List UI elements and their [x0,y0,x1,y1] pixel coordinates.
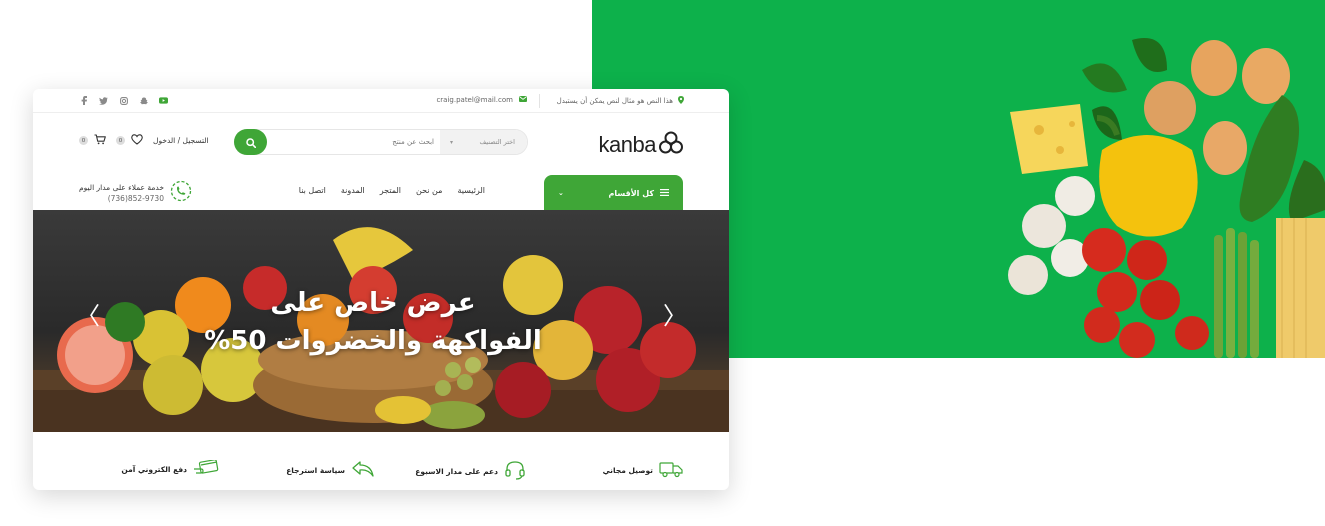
cart-icon[interactable] [94,134,106,147]
top-divider [539,94,540,108]
feature-label: دفع الكتروني آمن [121,464,187,474]
support-phone[interactable]: (736)852-9730 [79,193,164,204]
site-logo[interactable]: kanba [599,130,684,160]
all-categories-button[interactable]: كل الأقسام ⌄ [544,175,683,211]
customer-support: خدمة عملاء على مدار اليوم (736)852-9730 [79,180,192,206]
heart-icon[interactable] [131,134,143,147]
search-category-select[interactable]: اختر التصنيف ▾ [440,130,527,154]
slider-prev-arrow-icon[interactable]: 〈 [76,304,100,328]
headset-icon [504,460,526,482]
main-nav: الرئيسية من نحن المتجر المدونة اتصل بنا [277,186,485,195]
card-payment-icon [193,459,219,478]
email-text[interactable]: craig.patel@mail.com [436,96,513,104]
search-icon [245,133,256,152]
nav-item-contact[interactable]: اتصل بنا [299,186,326,195]
feature-free-delivery: توصيل مجاني [603,460,683,480]
all-categories-label: كل الأقسام [608,188,654,198]
hero-banner: عرض خاص على الفواكهة والخضروات 50% 〈 〉 [33,210,729,432]
truck-icon [659,460,683,480]
instagram-icon[interactable] [119,96,128,105]
envelope-icon [519,96,527,104]
snapchat-icon[interactable] [139,96,148,105]
top-bar: craig.patel@mail.com هذا النص هو مثال لن… [33,89,729,113]
location-pin-icon [678,96,684,106]
hero-title: عرض خاص على الفواكهة والخضروات 50% [183,284,563,360]
feature-secure-payment: دفع الكتروني آمن [121,459,219,478]
hero-title-line2: الفواكهة والخضروات 50% [204,326,542,356]
youtube-icon[interactable] [159,96,168,105]
promo-text: هذا النص هو مثال لنص يمكن أن يستبدل [556,97,673,105]
support-text: خدمة عملاء على مدار اليوم (736)852-9730 [79,182,164,204]
contact-email[interactable]: craig.patel@mail.com [436,96,527,104]
hero-title-line1: عرض خاص على [270,288,476,318]
nav-item-shop[interactable]: المتجر [380,186,401,195]
facebook-icon[interactable] [79,96,88,105]
logo-mark-icon [658,130,684,160]
logo-text: kanba [598,132,657,157]
wishlist-count-badge: 0 [116,136,125,145]
page-stage: craig.patel@mail.com هذا النص هو مثال لن… [0,0,1325,526]
nav-item-about[interactable]: من نحن [416,186,442,195]
nav-item-blog[interactable]: المدونة [341,186,365,195]
menu-icon [660,188,669,198]
search-input[interactable] [275,130,440,154]
search-bar: اختر التصنيف ▾ [234,129,528,155]
top-promo: هذا النص هو مثال لنص يمكن أن يستبدل [557,96,684,106]
chevron-down-icon: ⌄ [558,189,564,197]
slider-next-arrow-icon[interactable]: 〉 [663,304,687,328]
nav-item-home[interactable]: الرئيسية [457,186,485,195]
header-actions: 0 0 التسجيل / الدخول [79,134,209,147]
support-phone-icon [170,180,192,206]
feature-label: سياسة استرجاع [286,465,345,475]
cart-count-badge: 0 [79,136,88,145]
account-link[interactable]: التسجيل / الدخول [153,136,209,145]
return-arrow-icon [351,460,375,480]
support-title: خدمة عملاء على مدار اليوم [79,183,164,192]
feature-label: دعم على مدار الاسبوع [415,466,498,476]
feature-weekly-support: دعم على مدار الاسبوع [415,460,526,482]
twitter-icon[interactable] [99,96,108,105]
search-category-label: اختر التصنيف [479,138,515,146]
chevron-down-icon: ▾ [450,138,454,146]
feature-return-policy: سياسة استرجاع [286,460,375,480]
website-preview: craig.patel@mail.com هذا النص هو مثال لن… [33,89,729,490]
features-row: توصيل مجاني دعم على مدار الاسبوع سياسة ا… [33,432,729,490]
search-button[interactable] [234,129,267,155]
feature-label: توصيل مجاني [602,465,653,475]
social-links [79,96,168,105]
